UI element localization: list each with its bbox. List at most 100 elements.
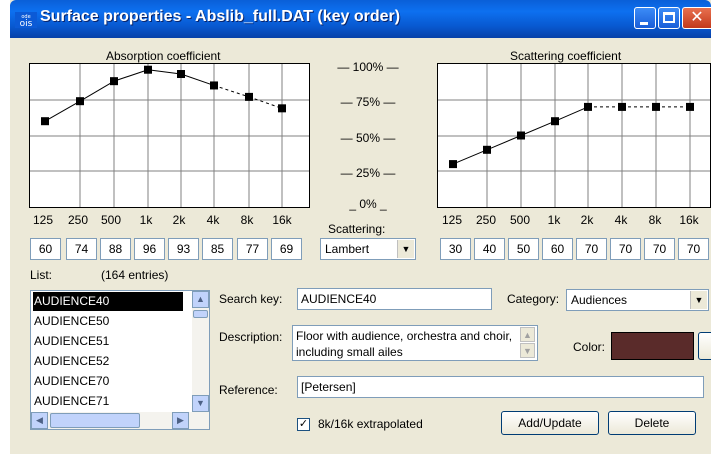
scroll-left-icon[interactable]: ◀ [31, 412, 48, 429]
data-point[interactable] [652, 102, 660, 111]
data-point[interactable] [245, 92, 253, 101]
list-item[interactable]: AUDIENCE51 [33, 332, 183, 351]
data-point[interactable] [177, 70, 185, 79]
scale-label: — 75% — [340, 95, 396, 109]
frequency-label: 2k [580, 213, 594, 227]
data-point[interactable] [551, 117, 559, 126]
maximize-icon [663, 12, 675, 23]
data-point[interactable] [144, 65, 152, 74]
coefficient-input[interactable]: 60 [542, 238, 573, 260]
list-item[interactable]: AUDIENCE70 [33, 372, 183, 391]
category-value: Audiences [571, 293, 628, 307]
coefficient-input[interactable]: 30 [440, 238, 471, 260]
data-point[interactable] [41, 117, 49, 126]
list-item[interactable]: AUDIENCE50 [33, 312, 183, 331]
frequency-label: 500 [509, 213, 531, 227]
data-point[interactable] [76, 97, 84, 106]
data-point[interactable] [517, 131, 525, 140]
reference-label: Reference: [219, 383, 278, 397]
coefficient-input[interactable]: 40 [474, 238, 505, 260]
coefficient-input[interactable]: 85 [202, 238, 233, 260]
list-count: (164 entries) [101, 268, 169, 282]
data-point[interactable] [483, 145, 491, 154]
description-text: Floor with audience, orchestra and choir… [296, 329, 513, 359]
absorption-chart[interactable] [29, 63, 310, 208]
list-horizontal-scrollbar[interactable]: ◀ ▶ [31, 412, 209, 429]
odeon-app-icon: ode ois [15, 12, 37, 29]
svg-text:ois: ois [20, 19, 33, 28]
coefficient-input[interactable]: 70 [678, 238, 709, 260]
coefficient-input[interactable]: 69 [271, 238, 302, 260]
scattering-method-dropdown[interactable]: Lambert ▼ [320, 238, 416, 260]
reference-input[interactable]: [Petersen] [297, 376, 704, 398]
description-label: Description: [219, 330, 283, 344]
frequency-label: 16k [679, 213, 699, 227]
scroll-up-icon[interactable]: ▲ [192, 291, 209, 308]
data-point[interactable] [278, 104, 286, 113]
add-update-button[interactable]: Add/Update [501, 411, 599, 435]
coefficient-input[interactable]: 70 [576, 238, 607, 260]
data-point[interactable] [618, 102, 626, 111]
coefficient-input[interactable]: 70 [610, 238, 641, 260]
maximize-button[interactable] [658, 7, 680, 29]
chevron-down-icon[interactable]: ▼ [690, 291, 707, 309]
list-vertical-scrollbar[interactable]: ▲ ▼ [192, 291, 209, 412]
frequency-label: 1k [547, 213, 561, 227]
coefficient-input[interactable]: 50 [508, 238, 539, 260]
scroll-up-icon[interactable]: ▲ [520, 327, 535, 342]
list-hscroll-thumb[interactable] [50, 413, 140, 428]
absorption-chart-svg [30, 64, 309, 207]
data-point[interactable] [584, 102, 592, 111]
data-point[interactable] [210, 81, 218, 90]
frequency-label: 8k [648, 213, 662, 227]
frequency-label: 4k [206, 213, 220, 227]
frequency-label: 2k [172, 213, 186, 227]
title-bar[interactable]: ode ois Surface properties - Abslib_full… [10, 0, 711, 38]
data-point[interactable] [449, 160, 457, 169]
delete-button[interactable]: Delete [608, 411, 696, 435]
scattering-chart-title: Scattering coefficient [510, 49, 622, 63]
coefficient-input[interactable]: 74 [66, 238, 97, 260]
coefficient-input[interactable]: 70 [644, 238, 675, 260]
data-point[interactable] [686, 102, 694, 111]
minimize-button[interactable] [634, 7, 656, 29]
coefficient-input[interactable]: 60 [30, 238, 61, 260]
series-line-segment [486, 135, 522, 151]
surface-properties-window: ode ois Surface properties - Abslib_full… [10, 0, 711, 454]
series-line-segment [180, 73, 215, 86]
data-point[interactable] [110, 77, 118, 86]
scroll-down-icon[interactable]: ▼ [520, 343, 535, 358]
category-label: Category: [507, 292, 560, 306]
search-key-input[interactable]: AUDIENCE40 [297, 288, 492, 310]
scale-label: — 50% — [340, 131, 396, 145]
scroll-down-icon[interactable]: ▼ [192, 395, 209, 412]
coefficient-input[interactable]: 77 [237, 238, 268, 260]
description-textarea[interactable]: Floor with audience, orchestra and choir… [292, 325, 538, 361]
coefficient-input[interactable]: 96 [134, 238, 165, 260]
material-list[interactable]: AUDIENCE40 AUDIENCE50 AUDIENCE51 AUDIENCE52… [30, 290, 210, 430]
frequency-label: 1k [139, 213, 153, 227]
frequency-label: 125 [32, 213, 54, 227]
series-line-segment [452, 149, 488, 165]
coefficient-input[interactable]: 93 [168, 238, 199, 260]
category-dropdown[interactable]: Audiences ▼ [566, 289, 709, 311]
list-item[interactable]: AUDIENCE71 [33, 392, 183, 411]
chevron-down-icon[interactable]: ▼ [397, 240, 414, 258]
scattering-chart[interactable] [437, 63, 711, 208]
search-key-label-text: Search key: [219, 292, 283, 306]
scroll-right-icon[interactable]: ▶ [172, 412, 189, 429]
list-item[interactable]: AUDIENCE40 [33, 292, 183, 311]
series-line-segment [147, 69, 182, 75]
coefficient-input[interactable]: 88 [100, 238, 131, 260]
series-line-segment [248, 96, 283, 109]
frequency-label: 8k [240, 213, 254, 227]
color-picker-button[interactable] [698, 332, 711, 360]
close-button[interactable]: ✕ [682, 7, 711, 29]
list-item[interactable]: AUDIENCE52 [33, 352, 183, 371]
close-icon: ✕ [690, 9, 704, 26]
series-line-segment [113, 69, 149, 82]
list-scroll-thumb[interactable] [193, 310, 208, 318]
extrapolated-checkbox[interactable]: ✓ [297, 418, 310, 431]
scattering-method-label: Scattering: [328, 222, 385, 236]
color-label: Color: [573, 340, 606, 354]
